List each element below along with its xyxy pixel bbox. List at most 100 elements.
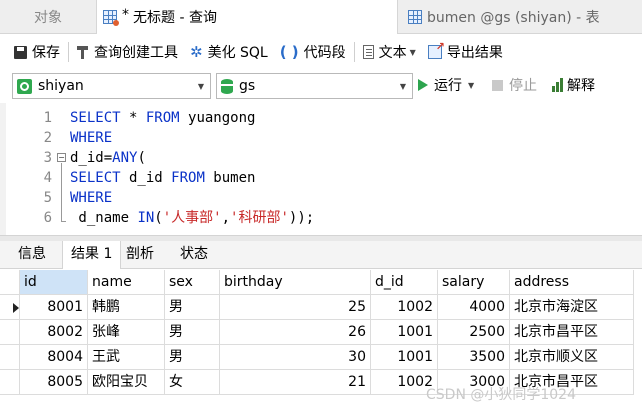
table-grid-icon: [408, 9, 422, 24]
cell-address[interactable]: 北京市昌平区: [510, 320, 634, 345]
column-header-birthday[interactable]: birthday: [220, 270, 371, 295]
row-indicator[interactable]: [0, 345, 20, 370]
stop-label: 停止: [509, 78, 537, 94]
current-row-arrow-icon: [13, 303, 19, 313]
cell-d-id[interactable]: 1001: [371, 345, 438, 370]
database-select[interactable]: gs ▼: [216, 73, 413, 99]
code-line-3: d_id=ANY(: [70, 150, 146, 166]
export-icon: [427, 40, 445, 59]
tab-query-modified-marker: *: [122, 7, 129, 23]
tab-table-bumen[interactable]: bumen @gs (shiyan) - 表: [400, 0, 642, 33]
query-builder-label: 查询创建工具: [94, 45, 178, 61]
cell-address[interactable]: 北京市顺义区: [510, 345, 634, 370]
cell-d-id[interactable]: 1002: [371, 295, 438, 320]
connection-icon: [17, 78, 32, 94]
tab-profile[interactable]: 剖析: [118, 241, 162, 268]
cell-sex[interactable]: 男: [165, 295, 220, 320]
database-name: gs: [239, 78, 256, 94]
explain-button[interactable]: 解释: [552, 75, 595, 95]
column-header-id[interactable]: id: [20, 270, 88, 295]
cell-id[interactable]: 8004: [20, 345, 88, 370]
editor-tab-strip: 对象 * 无标题 - 查询 bumen @gs (shiyan) - 表: [0, 0, 642, 34]
cell-address[interactable]: 北京市海淀区: [510, 295, 634, 320]
cell-name[interactable]: 张峰: [88, 320, 165, 345]
tab-status[interactable]: 状态: [172, 241, 216, 268]
cell-salary[interactable]: 2500: [438, 320, 510, 345]
text-button[interactable]: 文本 ▼: [357, 38, 422, 66]
column-header-salary[interactable]: salary: [438, 270, 510, 295]
watermark: CSDN @小狄同学1024: [426, 387, 576, 403]
line-number: 1: [43, 110, 52, 126]
tab-objects[interactable]: 对象: [0, 0, 96, 33]
column-header-sex[interactable]: sex: [165, 270, 220, 295]
tab-result-1[interactable]: 结果 1: [62, 241, 122, 269]
tab-query[interactable]: * 无标题 - 查询: [96, 0, 398, 34]
row-indicator[interactable]: [0, 370, 20, 395]
stop-icon: [492, 79, 503, 91]
fold-guide: [61, 163, 62, 221]
run-button[interactable]: 运行 ▼: [418, 75, 474, 95]
cell-sex[interactable]: 男: [165, 345, 220, 370]
chevron-down-icon: ▼: [468, 80, 475, 90]
column-header-d-id[interactable]: d_id: [371, 270, 438, 295]
document-icon: [362, 45, 374, 59]
query-grid-icon: [103, 10, 119, 26]
chevron-down-icon: ▼: [409, 47, 416, 57]
cell-sex[interactable]: 男: [165, 320, 220, 345]
row-indicator[interactable]: [0, 295, 20, 320]
fold-toggle-icon[interactable]: −: [57, 153, 66, 162]
cell-salary[interactable]: 3500: [438, 345, 510, 370]
parentheses-icon: ( ): [279, 43, 299, 61]
tab-objects-label: 对象: [34, 9, 62, 26]
cell-birthday[interactable]: 26: [220, 320, 371, 345]
connection-select[interactable]: shiyan ▼: [12, 73, 211, 99]
explain-label: 解释: [567, 78, 595, 94]
query-builder-icon: [77, 45, 89, 59]
beautify-sql-button[interactable]: ✲ 美化 SQL: [184, 38, 274, 66]
stop-button[interactable]: 停止: [492, 75, 537, 95]
magic-wand-icon: ✲: [190, 43, 203, 61]
export-results-label: 导出结果: [446, 45, 503, 61]
code-line-6: d_name IN('人事部','科研部'));: [70, 210, 315, 226]
beautify-sql-label: 美化 SQL: [207, 45, 268, 61]
cell-id[interactable]: 8005: [20, 370, 88, 395]
line-number: 4: [43, 170, 52, 186]
toolbar-separator: [68, 42, 69, 62]
database-icon: [221, 78, 233, 94]
code-line-2: WHERE: [70, 130, 113, 146]
cell-id[interactable]: 8002: [20, 320, 88, 345]
code-line-5: WHERE: [70, 190, 113, 206]
cell-birthday[interactable]: 25: [220, 295, 371, 320]
line-number: 5: [43, 190, 52, 206]
cell-birthday[interactable]: 30: [220, 345, 371, 370]
connection-bar: shiyan ▼ gs ▼ 运行 ▼ 停止 解释: [0, 70, 642, 102]
cell-id[interactable]: 8001: [20, 295, 88, 320]
query-builder-button[interactable]: 查询创建工具: [71, 38, 184, 66]
cell-name[interactable]: 欧阳宝贝: [88, 370, 165, 395]
column-header-name[interactable]: name: [88, 270, 165, 295]
cell-sex[interactable]: 女: [165, 370, 220, 395]
code-line-4: SELECT d_id FROM bumen: [70, 170, 256, 186]
row-header-corner: [0, 270, 20, 295]
cell-salary[interactable]: 4000: [438, 295, 510, 320]
tab-info[interactable]: 信息: [10, 241, 54, 268]
save-icon: [14, 45, 27, 59]
cell-d-id[interactable]: 1001: [371, 320, 438, 345]
column-header-address[interactable]: address: [510, 270, 634, 295]
line-number: 2: [43, 130, 52, 146]
cell-birthday[interactable]: 21: [220, 370, 371, 395]
row-indicator[interactable]: [0, 320, 20, 345]
text-label: 文本: [378, 45, 407, 61]
chevron-down-icon: ▼: [399, 82, 406, 91]
save-label: 保存: [32, 45, 60, 61]
tab-query-label: 无标题 - 查询: [133, 10, 217, 26]
export-results-button[interactable]: 导出结果: [422, 38, 509, 66]
cell-name[interactable]: 王武: [88, 345, 165, 370]
code-line-1: SELECT * FROM yuangong: [70, 110, 256, 126]
editor-scrollbar[interactable]: [0, 103, 6, 235]
tab-table-label: bumen @gs (shiyan) - 表: [427, 9, 600, 26]
save-button[interactable]: 保存: [8, 38, 66, 66]
fold-guide-end: [61, 221, 66, 222]
code-snippet-button[interactable]: ( ) 代码段: [274, 38, 352, 66]
cell-name[interactable]: 韩鹏: [88, 295, 165, 320]
